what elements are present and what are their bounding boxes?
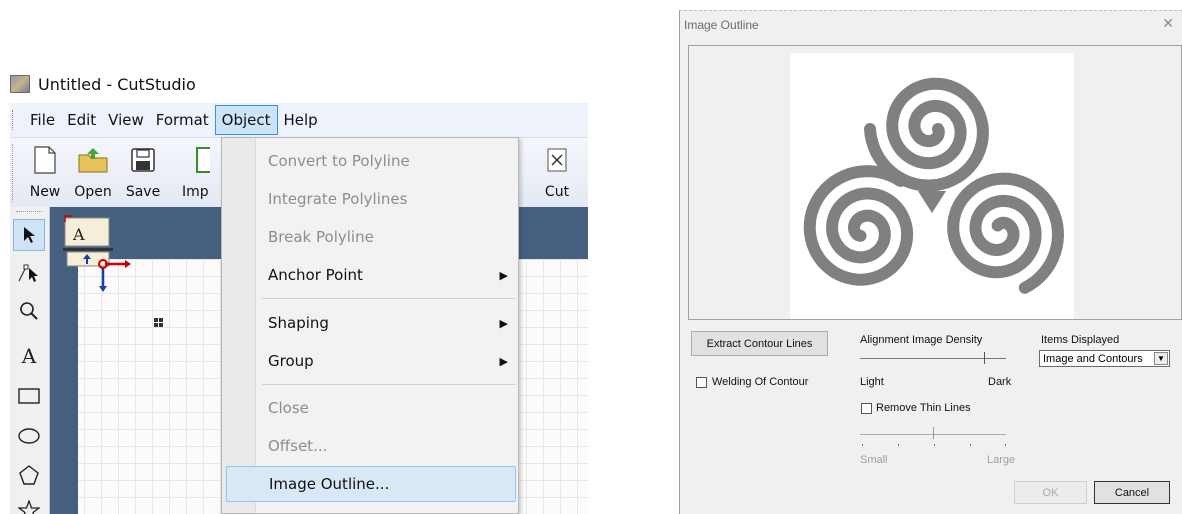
slider-tick — [934, 444, 935, 446]
menu-item-integrate-polylines[interactable]: Integrate Polylines — [226, 181, 516, 217]
menu-help[interactable]: Help — [278, 106, 324, 134]
thin-small-label: Small — [860, 454, 888, 466]
remove-thin-lines-label: Remove Thin Lines — [876, 402, 971, 414]
new-label: New — [29, 184, 61, 200]
import-label: Imp — [182, 184, 209, 200]
new-document-icon — [20, 144, 70, 176]
slider-tick — [970, 444, 971, 446]
toolbar-grip — [12, 144, 16, 202]
menu-item-close[interactable]: Close — [226, 390, 516, 426]
menu-item-label: Close — [268, 399, 309, 417]
object-menu-dropdown: Convert to Polyline Integrate Polylines … — [221, 137, 519, 514]
image-outline-dialog: Image Outline ✕ Extract Contour Lines We… — [679, 10, 1182, 514]
submenu-arrow-icon: ▶ — [499, 316, 508, 330]
spiral-arm — [947, 172, 1065, 294]
menu-item-shaping[interactable]: Shaping ▶ — [226, 305, 516, 341]
remove-thin-lines-checkbox[interactable] — [861, 403, 872, 414]
object-text: A — [72, 225, 85, 244]
menu-format[interactable]: Format — [150, 106, 215, 134]
open-folder-icon — [68, 144, 118, 176]
density-dark-label: Dark — [988, 376, 1012, 388]
submenu-arrow-icon: ▶ — [499, 354, 508, 368]
window-title-bar: Untitled - CutStudio — [10, 72, 196, 96]
slider-tick — [862, 444, 863, 446]
polygon-tool-icon[interactable] — [13, 459, 45, 491]
save-disk-icon — [118, 144, 168, 176]
save-button[interactable]: Save — [118, 144, 168, 200]
cancel-button[interactable]: Cancel — [1094, 481, 1170, 504]
items-displayed-value: Image and Contours — [1043, 352, 1143, 365]
spiral-center — [918, 191, 946, 213]
save-label: Save — [125, 184, 161, 200]
density-slider-thumb[interactable] — [984, 352, 986, 364]
import-icon — [170, 144, 210, 176]
cut-button[interactable]: Cut — [532, 144, 582, 200]
menu-item-convert-to-polyline[interactable]: Convert to Polyline — [226, 143, 516, 179]
density-label: Alignment Image Density — [860, 334, 983, 346]
canvas-margin — [50, 259, 78, 514]
rectangle-tool-icon[interactable] — [13, 380, 45, 412]
tool-panel: A — [10, 207, 50, 514]
menu-edit[interactable]: Edit — [61, 106, 102, 134]
menu-item-label: Offset... — [268, 437, 328, 455]
menu-item-group[interactable]: Group ▶ — [226, 343, 516, 379]
menu-item-label: Convert to Polyline — [268, 152, 410, 170]
items-displayed-label: Items Displayed — [1041, 334, 1120, 346]
density-light-label: Light — [860, 376, 884, 388]
ok-button[interactable]: OK — [1014, 481, 1087, 504]
selected-object[interactable]: A — [63, 215, 131, 292]
text-tool-icon[interactable]: A — [13, 340, 45, 372]
menu-bar: File Edit View Format Object Help — [10, 103, 588, 137]
menu-item-label: Image Outline... — [269, 475, 390, 493]
chevron-down-icon[interactable]: ▼ — [1154, 352, 1168, 365]
star-tool-icon[interactable] — [13, 495, 45, 514]
open-label: Open — [74, 184, 112, 200]
menu-item-label: Anchor Point — [268, 266, 363, 284]
object-handle-icon[interactable] — [154, 314, 163, 327]
cutstudio-app-icon — [10, 75, 30, 93]
menu-item-break-polyline[interactable]: Break Polyline — [226, 219, 516, 255]
toolpanel-grip — [16, 211, 42, 212]
slider-tick — [898, 444, 899, 446]
welding-of-contour-checkbox[interactable] — [696, 377, 707, 388]
menu-separator — [262, 384, 516, 385]
cut-icon — [532, 144, 582, 176]
menu-item-label: Integrate Polylines — [268, 190, 408, 208]
node-edit-icon[interactable] — [13, 257, 45, 289]
close-icon[interactable]: ✕ — [1162, 15, 1174, 32]
triskele-spiral-image — [803, 77, 1065, 294]
thin-lines-slider-thumb[interactable] — [933, 427, 934, 439]
open-button[interactable]: Open — [68, 144, 118, 200]
menu-object[interactable]: Object — [214, 105, 278, 135]
menu-file[interactable]: File — [24, 106, 61, 134]
ellipse-tool-icon[interactable] — [13, 420, 45, 452]
menu-item-label: Break Polyline — [268, 228, 374, 246]
menubar-grip — [12, 110, 18, 130]
extract-contour-lines-button[interactable]: Extract Contour Lines — [691, 331, 828, 356]
spiral-arm — [803, 165, 914, 286]
select-arrow-icon[interactable] — [13, 219, 45, 251]
menu-item-anchor-point[interactable]: Anchor Point ▶ — [226, 257, 516, 293]
menu-item-label: Group — [268, 352, 314, 370]
menu-view[interactable]: View — [102, 106, 150, 134]
zoom-icon[interactable] — [13, 295, 45, 327]
thin-large-label: Large — [987, 454, 1016, 466]
preview-image — [790, 53, 1074, 319]
image-preview-pane — [688, 45, 1182, 320]
menu-item-label: Shaping — [268, 314, 329, 332]
window-title: Untitled - CutStudio — [38, 74, 196, 94]
items-displayed-select[interactable]: Image and Contours ▼ — [1039, 350, 1170, 367]
welding-of-contour-label: Welding Of Contour — [712, 376, 809, 388]
import-button[interactable]: Imp — [170, 144, 210, 200]
new-button[interactable]: New — [20, 144, 70, 200]
cut-label: Cut — [544, 184, 570, 200]
menu-item-image-outline[interactable]: Image Outline... — [226, 466, 516, 502]
submenu-arrow-icon: ▶ — [499, 268, 508, 282]
menu-item-offset[interactable]: Offset... — [226, 428, 516, 464]
dialog-title: Image Outline — [684, 18, 759, 32]
menu-separator — [262, 298, 516, 299]
slider-tick — [1005, 444, 1006, 446]
